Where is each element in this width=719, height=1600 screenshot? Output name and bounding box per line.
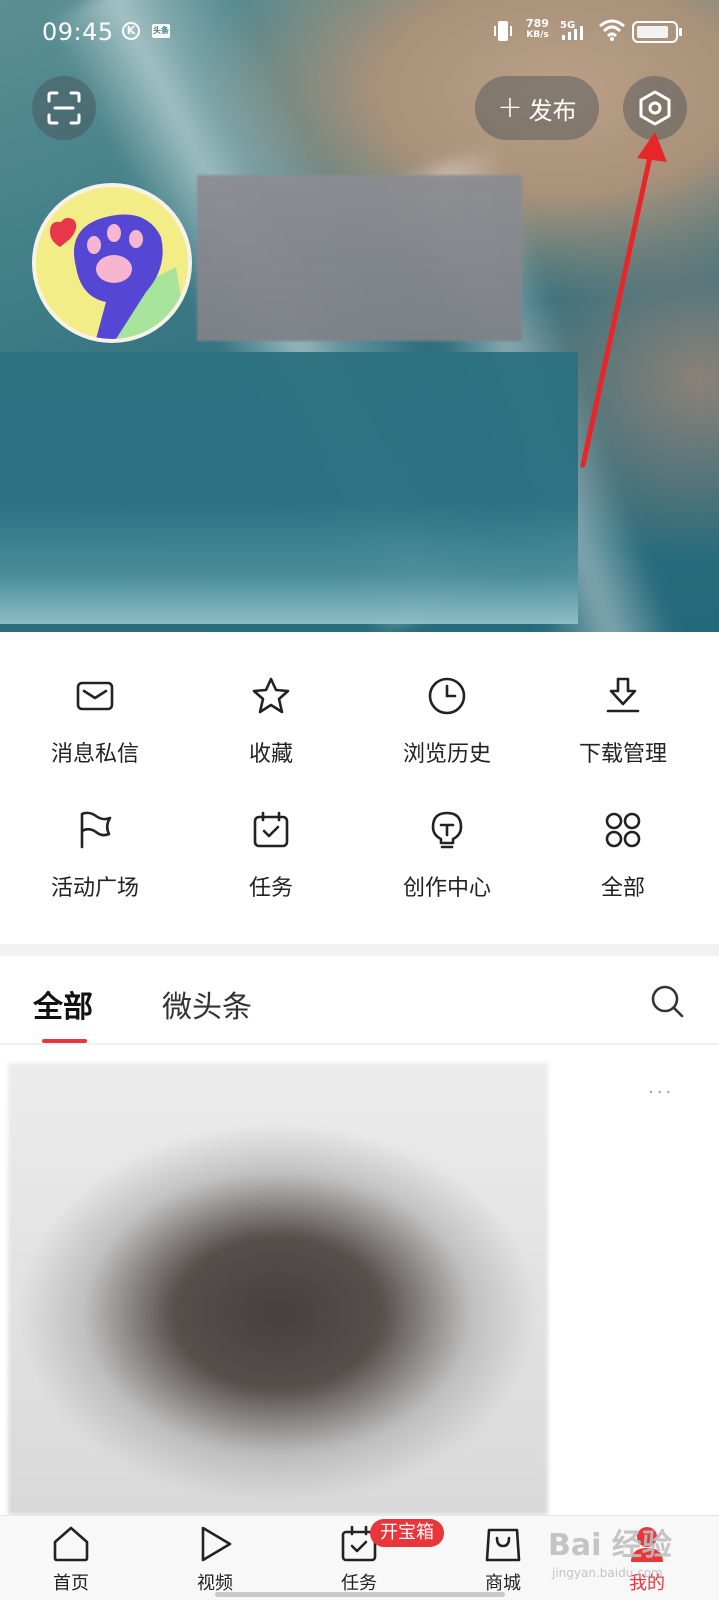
tab-all[interactable]: 全部 (33, 982, 93, 1026)
message-icon (76, 681, 114, 711)
watermark-url: jingyan.baidu.com (552, 1566, 663, 1580)
shortcut-label: 消息私信 (50, 742, 139, 767)
shortcut-label: 全部 (600, 876, 645, 901)
settings-button[interactable] (623, 76, 687, 140)
lightbulb-icon (431, 811, 463, 849)
treasure-box-badge[interactable]: 开宝箱 (370, 1519, 444, 1547)
blurred-profile-info (0, 352, 578, 624)
nav-label: 首页 (53, 1573, 89, 1594)
toutiao-app-icon: 头条 (152, 24, 170, 38)
blurred-username (197, 175, 522, 341)
more-options-button[interactable]: ··· (648, 1082, 674, 1103)
status-time: 09:45 (42, 18, 114, 46)
blurred-feed-image[interactable] (8, 1063, 548, 1515)
shortcut-downloads[interactable]: 下载管理 (535, 632, 711, 767)
status-bar: 09:45 K 头条 789 KB/s 5G (0, 0, 719, 64)
k-app-icon: K (122, 22, 140, 40)
cellular-signal-icon: 5G (560, 20, 583, 40)
feed-list (0, 1045, 719, 1515)
watermark: Bai 经验 (548, 1528, 672, 1563)
battery-icon (632, 21, 682, 43)
plus-icon: + (497, 90, 523, 125)
nav-home[interactable]: 首页 (21, 1516, 121, 1600)
content-tabs: 全部 微头条 (0, 956, 719, 1044)
calendar-check-icon (253, 811, 289, 848)
star-icon (252, 677, 290, 714)
settings-icon (639, 90, 671, 126)
search-icon[interactable] (650, 984, 684, 1018)
clock-icon (428, 677, 466, 715)
shortcut-messages[interactable]: 消息私信 (7, 632, 183, 767)
play-icon (201, 1526, 232, 1562)
paw-avatar-image (50, 214, 188, 339)
shortcut-label: 收藏 (248, 742, 293, 767)
shortcut-creator-center[interactable]: 创作中心 (359, 766, 535, 901)
active-tab-indicator (42, 1039, 87, 1043)
shortcut-label: 浏览历史 (402, 742, 491, 767)
wifi-icon (599, 19, 625, 41)
flag-icon (80, 811, 112, 849)
download-icon (606, 677, 640, 713)
tab-micro-headlines[interactable]: 微头条 (162, 982, 252, 1026)
network-type: 5G (560, 20, 575, 31)
shortcut-tasks[interactable]: 任务 (183, 766, 359, 901)
shortcut-label: 下载管理 (578, 742, 667, 767)
shortcut-history[interactable]: 浏览历史 (359, 632, 535, 767)
shopping-bag-icon (485, 1528, 521, 1562)
shortcut-favorites[interactable]: 收藏 (183, 632, 359, 767)
network-speed: 789 KB/s (526, 17, 549, 40)
grid-icon (605, 812, 641, 848)
avatar[interactable] (32, 183, 192, 343)
scan-icon (47, 91, 81, 125)
vibrate-icon (494, 21, 512, 41)
shortcut-panel: 消息私信 收藏 浏览历史 下载管理 活动广场 任务 创作中心 全部 (0, 632, 719, 944)
shortcut-label: 创作中心 (402, 876, 491, 901)
shortcut-label: 任务 (248, 876, 293, 901)
scan-button[interactable] (32, 76, 96, 140)
shortcut-label: 活动广场 (50, 876, 139, 901)
shortcut-activities[interactable]: 活动广场 (7, 766, 183, 901)
publish-button[interactable]: + 发布 (475, 76, 599, 140)
publish-label: 发布 (528, 96, 577, 125)
nav-mall[interactable]: 商城 (453, 1516, 553, 1600)
battery-level (637, 26, 668, 38)
shortcut-all[interactable]: 全部 (535, 766, 711, 901)
home-icon (53, 1526, 89, 1562)
nav-video[interactable]: 视频 (165, 1516, 265, 1600)
home-indicator[interactable] (215, 1592, 505, 1597)
